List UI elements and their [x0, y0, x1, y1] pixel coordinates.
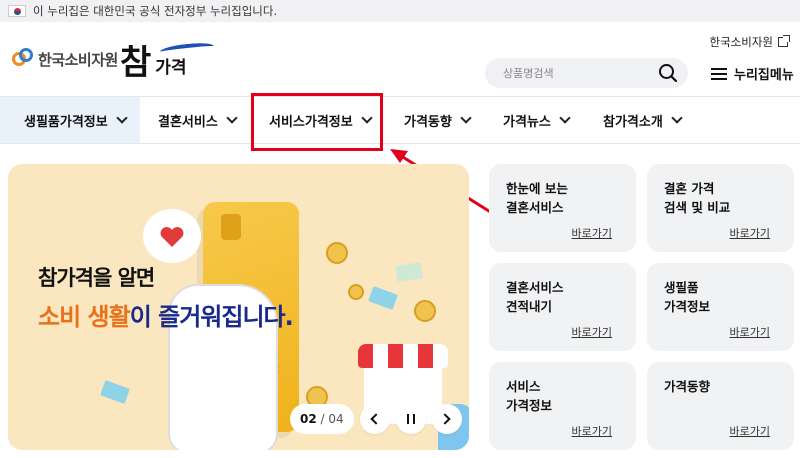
nav-item-label: 참가격소개: [603, 114, 663, 130]
chevron-down-icon: [460, 112, 472, 124]
nav-item-daily-goods[interactable]: 생필품가격정보: [0, 97, 140, 143]
chevron-down-icon: [116, 112, 128, 124]
nav-item-wedding-service[interactable]: 결혼서비스: [158, 97, 238, 143]
site-menu-button[interactable]: 누리집메뉴: [711, 64, 794, 83]
main-banner-slide[interactable]: ₩ 참가격을 알면 소비 생활이 즐거워집니다. 02 / 04: [8, 164, 469, 450]
search-input[interactable]: [503, 66, 653, 80]
slider-controls: 02 / 04: [290, 404, 468, 434]
quick-link-title: 생필품 가격정보: [664, 280, 711, 314]
banner-subheadline: 소비 생활이 즐거워집니다.: [38, 297, 294, 332]
gov-banner: 이 누리집은 대한민국 공식 전자정부 누리집입니다.: [0, 0, 800, 22]
quick-link-go[interactable]: 바로가기: [572, 225, 612, 241]
gov-banner-text: 이 누리집은 대한민국 공식 전자정부 누리집입니다.: [33, 4, 278, 18]
chevron-down-icon: [559, 112, 571, 124]
search-box: [485, 58, 688, 88]
nav-item-label: 생필품가격정보: [24, 114, 108, 130]
quick-link-title: 결혼서비스 견적내기: [506, 280, 564, 314]
korea-flag-icon: [8, 5, 26, 17]
banner-rest-text: 이 즐거워집니다.: [129, 303, 294, 331]
nav-item-price-trend[interactable]: 가격동향: [404, 97, 472, 143]
banknote-icon: [100, 380, 130, 404]
quick-link-go[interactable]: 바로가기: [730, 225, 770, 241]
slide-total: 04: [328, 412, 344, 426]
coin-icon: [348, 284, 364, 300]
quick-link-go[interactable]: 바로가기: [730, 423, 770, 439]
quick-link-title: 서비스 가격정보: [506, 379, 553, 413]
chevron-down-icon: [226, 112, 238, 124]
quick-link-wedding-estimate[interactable]: 결혼서비스 견적내기 바로가기: [489, 263, 636, 351]
nav-item-label: 결혼서비스: [158, 114, 218, 130]
banknote-icon: [368, 286, 398, 310]
quick-link-go[interactable]: 바로가기: [572, 423, 612, 439]
coin-icon: [414, 300, 436, 322]
slide-next-button[interactable]: [431, 404, 462, 434]
slide-separator: /: [316, 412, 329, 426]
shop-awning: [358, 344, 448, 368]
card-chip-icon: [221, 214, 241, 240]
quick-link-wedding-search[interactable]: 결혼 가격 검색 및 비교 바로가기: [647, 164, 794, 252]
nav-item-label: 가격동향: [404, 114, 452, 130]
slide-prev-button[interactable]: [359, 404, 390, 434]
coin-icon: [326, 242, 348, 264]
chamgagyeok-logo[interactable]: 참 가격: [120, 36, 215, 83]
nav-item-about[interactable]: 참가격소개: [603, 97, 683, 143]
quick-link-wedding-overview[interactable]: 한눈에 보는 결혼서비스 바로가기: [489, 164, 636, 252]
brand-swoosh-icon: [159, 41, 215, 57]
quick-link-title: 한눈에 보는 결혼서비스: [506, 181, 568, 215]
chevron-down-icon: [671, 112, 683, 124]
annotation-highlight-box: [251, 93, 383, 151]
quick-link-price-trend[interactable]: 가격동향 바로가기: [647, 362, 794, 450]
nav-item-label: 가격뉴스: [503, 114, 551, 130]
quick-link-go[interactable]: 바로가기: [730, 324, 770, 340]
hamburger-icon: [711, 67, 727, 80]
slide-current: 02: [300, 412, 317, 426]
kca-link-label: 한국소비자원: [709, 35, 773, 49]
kca-external-link[interactable]: 한국소비자원: [709, 34, 790, 50]
kca-logo-icon: [12, 48, 34, 70]
quick-link-title: 가격동향: [664, 379, 711, 394]
quick-link-service-price[interactable]: 서비스 가격정보 바로가기: [489, 362, 636, 450]
pause-icon: [406, 414, 415, 424]
nav-item-price-news[interactable]: 가격뉴스: [503, 97, 571, 143]
quick-link-title: 결혼 가격 검색 및 비교: [664, 181, 731, 215]
brand-cham-text: 참: [120, 43, 152, 83]
chevron-right-icon: [439, 413, 451, 425]
external-link-icon: [778, 35, 790, 47]
kca-logo[interactable]: 한국소비자원: [12, 48, 118, 70]
search-icon[interactable]: [658, 63, 678, 83]
slide-pager: 02 / 04: [290, 404, 354, 434]
chevron-left-icon: [370, 413, 382, 425]
quick-link-daily-goods[interactable]: 생필품 가격정보 바로가기: [647, 263, 794, 351]
banner-highlight-text: 소비 생활: [38, 303, 131, 331]
quick-link-go[interactable]: 바로가기: [572, 324, 612, 340]
banner-headline: 참가격을 알면: [38, 266, 155, 290]
slide-pause-button[interactable]: [395, 404, 426, 434]
heart-icon: [160, 227, 184, 247]
banknote-icon: [395, 262, 423, 282]
site-menu-label: 누리집메뉴: [734, 68, 794, 83]
site-header: 한국소비자원 참 가격 한국소비자원 누리집메뉴: [0, 22, 800, 96]
main-nav: 생필품가격정보 결혼서비스 서비스가격정보 가격동향 가격뉴스 참가격소개: [0, 96, 800, 144]
kca-logo-text: 한국소비자원: [38, 50, 118, 69]
